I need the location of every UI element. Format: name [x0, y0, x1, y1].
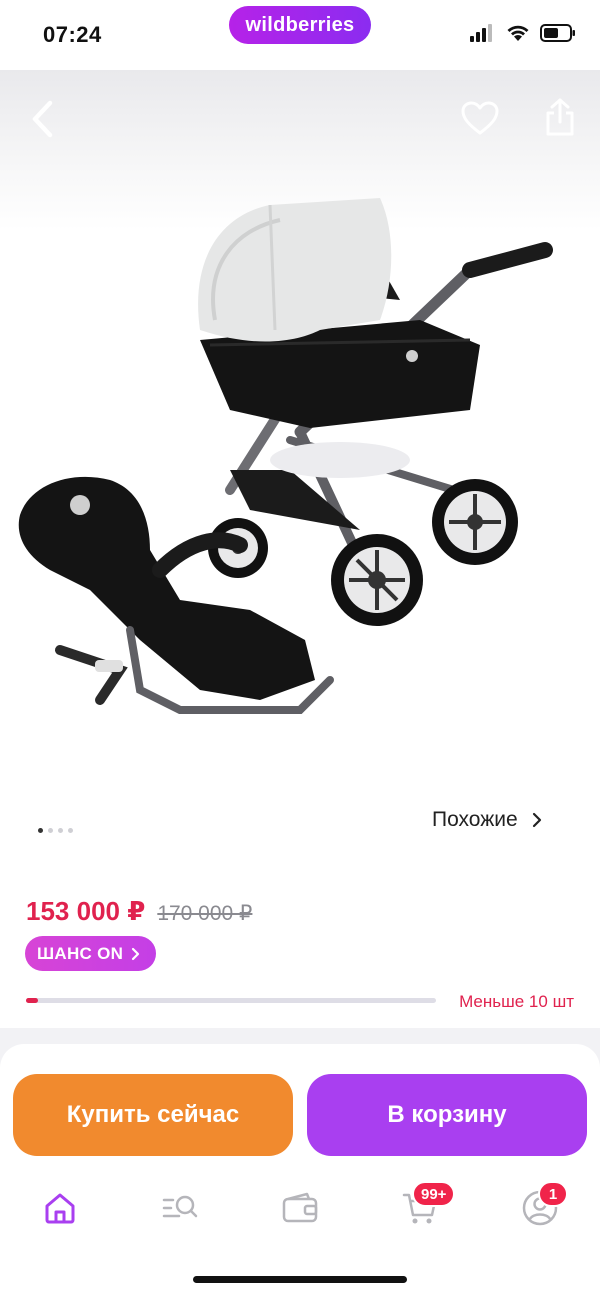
gallery-dot — [48, 828, 53, 833]
share-icon — [546, 98, 574, 136]
share-button[interactable] — [538, 94, 582, 140]
tab-catalog[interactable] — [158, 1186, 202, 1230]
tab-wallet[interactable] — [278, 1186, 322, 1230]
chevron-right-icon — [532, 812, 541, 828]
cellular-signal-icon — [470, 24, 492, 42]
home-icon — [45, 1193, 75, 1224]
old-price: 170 000 ₽ — [157, 902, 253, 925]
tab-home[interactable] — [38, 1186, 82, 1230]
wifi-icon — [507, 25, 529, 41]
status-icons — [470, 24, 576, 42]
chance-on-badge[interactable]: ШАНС ON — [25, 936, 157, 971]
favorite-button[interactable] — [458, 96, 502, 140]
gallery-dot — [38, 828, 43, 833]
chance-on-label: ШАНС ON — [37, 943, 124, 963]
catalog-search-icon — [162, 1195, 198, 1218]
wallet-icon — [282, 1192, 318, 1223]
gallery-dot — [58, 828, 63, 833]
product-image — [18, 198, 553, 714]
price-card: 153 000 ₽ 170 000 ₽ ШАНС ON Меньше 10 шт — [0, 858, 600, 1028]
stock-progress-bar — [26, 998, 436, 1003]
buy-now-button[interactable]: Купить сейчас — [13, 1074, 293, 1156]
status-bar: 07:24 wildberries — [0, 0, 600, 70]
gallery-pagination — [38, 828, 73, 833]
profile-notification-badge: 1 — [538, 1181, 568, 1207]
current-price: 153 000 ₽ — [26, 896, 146, 926]
chevron-left-icon — [32, 100, 53, 138]
heart-icon — [461, 101, 499, 135]
brand-logo: wildberries — [229, 6, 371, 44]
gallery-dot — [68, 828, 73, 833]
home-indicator — [193, 1276, 407, 1283]
chevron-right-icon — [132, 947, 140, 960]
status-time: 07:24 — [43, 22, 102, 47]
cart-count-badge: 99+ — [412, 1181, 456, 1207]
battery-icon — [540, 24, 575, 42]
stock-remaining-label: Меньше 10 шт — [459, 992, 574, 1011]
price-row: 153 000 ₽ 170 000 ₽ — [26, 896, 252, 927]
bottom-tab-bar: 99+ 1 — [0, 1178, 600, 1238]
add-to-cart-button[interactable]: В корзину — [307, 1074, 587, 1156]
similar-label: Похожие — [432, 808, 518, 831]
stock-progress-fill — [26, 998, 39, 1003]
back-button[interactable] — [22, 96, 62, 142]
carrycot — [198, 198, 480, 428]
similar-products-link[interactable]: Похожие — [432, 806, 542, 834]
